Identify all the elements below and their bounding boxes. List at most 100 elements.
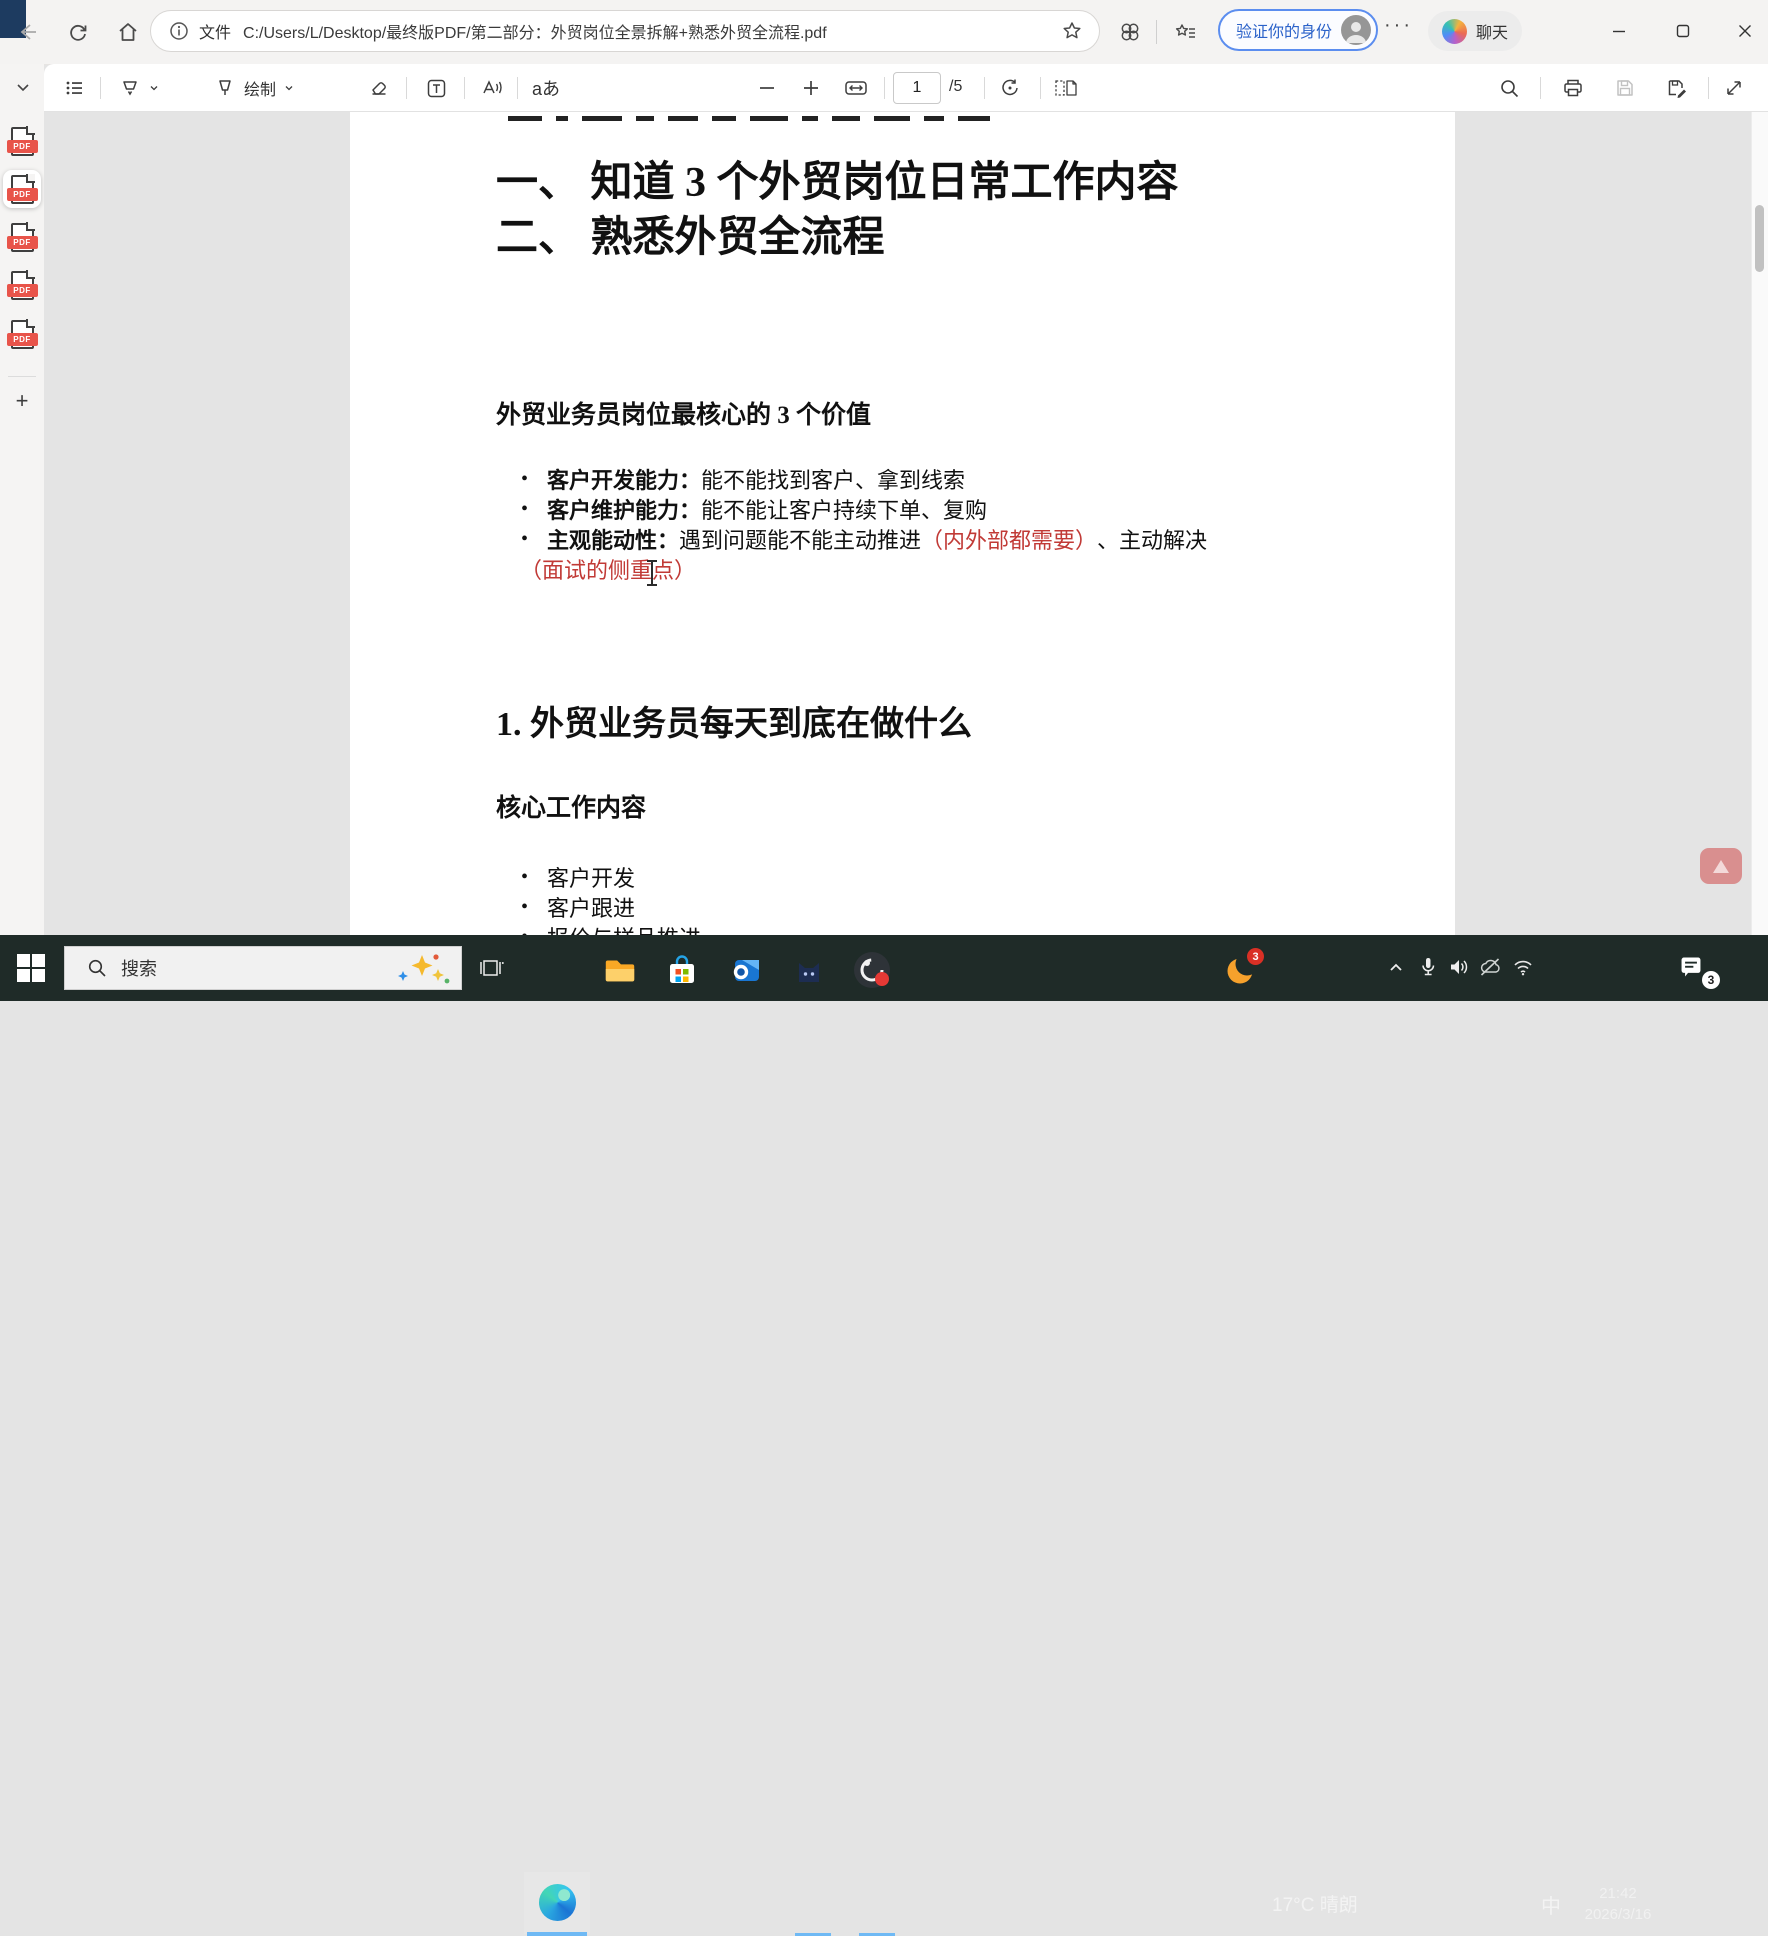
printer-icon xyxy=(1562,77,1584,99)
ime-indicator[interactable]: 中 xyxy=(1541,1890,1561,1919)
maximize-button[interactable] xyxy=(1660,8,1706,54)
pdf-file-icon: PDF xyxy=(11,127,34,156)
page-info-icon[interactable] xyxy=(169,21,189,41)
pdf-tab-2-active[interactable]: PDF xyxy=(3,170,41,208)
search-placeholder: 搜索 xyxy=(121,955,157,981)
add-text-button[interactable] xyxy=(418,70,454,106)
doc-title-line1: 一、 知道 3 个外贸岗位日常工作内容 xyxy=(496,156,1179,211)
bullet-bold: 客户开发能力： xyxy=(547,463,701,495)
browser-top-bar: 文件 C:/Users/L/Desktop/最终版PDF/第二部分：外贸岗位全景… xyxy=(0,0,1768,65)
bullet-red-text: （内外部都需要） xyxy=(921,523,1097,555)
acrobat-extension-button[interactable] xyxy=(1700,848,1742,884)
microsoft-store-button[interactable] xyxy=(660,948,704,992)
onedrive-tray-icon[interactable] xyxy=(1472,947,1508,987)
highlight-button[interactable] xyxy=(107,70,171,106)
dark-app-button[interactable] xyxy=(787,948,831,992)
file-explorer-button[interactable] xyxy=(598,948,642,992)
section-subheading: 核心工作内容 xyxy=(496,788,646,824)
scrollbar-thumb[interactable] xyxy=(1755,205,1764,272)
microphone-tray-icon[interactable] xyxy=(1412,947,1444,987)
back-icon xyxy=(17,21,39,43)
back-button[interactable] xyxy=(6,10,50,54)
search-document-button[interactable] xyxy=(1491,70,1527,106)
sidebar-divider xyxy=(8,376,36,377)
pdf-page: 一、 知道 3 个外贸岗位日常工作内容 二、 熟悉外贸全流程 外贸业务员岗位最核… xyxy=(350,112,1455,935)
fit-to-width-button[interactable] xyxy=(838,70,874,106)
print-button[interactable] xyxy=(1555,70,1591,106)
bullet-text: 报价与样品推进 xyxy=(547,921,701,935)
address-bar[interactable]: 文件 C:/Users/L/Desktop/最终版PDF/第二部分：外贸岗位全景… xyxy=(150,10,1100,52)
copilot-chat-button[interactable]: 聊天 xyxy=(1428,11,1522,51)
clock-time: 21:42 xyxy=(1572,1883,1664,1904)
minimize-button[interactable] xyxy=(1596,8,1642,54)
weather-text[interactable]: 17°C 晴朗 xyxy=(1272,1890,1358,1917)
collapse-tabs-button[interactable] xyxy=(8,72,38,102)
network-tray-icon[interactable] xyxy=(1506,947,1540,987)
refresh-button[interactable] xyxy=(56,10,100,54)
volume-tray-icon[interactable] xyxy=(1442,947,1476,987)
acrobat-icon xyxy=(1713,860,1729,873)
pdf-tab-3[interactable]: PDF xyxy=(3,218,41,256)
weather-badge: 3 xyxy=(1247,948,1264,965)
close-button[interactable] xyxy=(1722,8,1768,54)
wifi-icon xyxy=(1512,957,1534,977)
notification-center-button[interactable]: 3 xyxy=(1672,947,1718,989)
pdf-toolbar: 绘制 aあ /5 xyxy=(44,64,1768,112)
obs-button[interactable] xyxy=(850,948,894,992)
toolbar-separator xyxy=(517,77,518,99)
pdf-file-icon: PDF xyxy=(11,175,34,204)
taskbar-search-box[interactable]: 搜索 xyxy=(64,946,462,990)
edge-taskbar-button[interactable] xyxy=(524,1872,590,1932)
bullet-text: 客户开发 xyxy=(547,861,635,893)
edge-running-indicator xyxy=(527,1932,587,1936)
bullet-dot: • xyxy=(521,896,547,919)
browser-menu-button[interactable]: ··· xyxy=(1384,14,1413,37)
toolbar-separator xyxy=(100,77,101,99)
toolbar-separator xyxy=(884,77,885,99)
pdf-tab-1[interactable]: PDF xyxy=(3,122,41,160)
rotate-button[interactable] xyxy=(992,70,1028,106)
home-button[interactable] xyxy=(106,10,150,54)
weather-tray-button[interactable]: 3 xyxy=(1220,947,1264,991)
zoom-in-button[interactable] xyxy=(793,70,829,106)
toc-button[interactable] xyxy=(57,70,93,106)
text-box-icon xyxy=(426,78,447,99)
taskbar-clock[interactable]: 21:42 2026/3/16 xyxy=(1572,1883,1664,1925)
save-button-disabled xyxy=(1607,70,1643,106)
erase-button[interactable] xyxy=(361,70,397,106)
task-view-button[interactable] xyxy=(470,946,514,990)
translate-button[interactable]: aあ xyxy=(524,70,568,106)
favorite-star-icon[interactable] xyxy=(1061,20,1083,42)
start-button[interactable] xyxy=(0,935,62,1001)
pen-icon xyxy=(214,77,236,99)
highlighter-icon xyxy=(119,77,141,99)
bullet-dot: • xyxy=(521,468,547,491)
bullet-text: 能不能找到客户、拿到线索 xyxy=(701,463,965,495)
browser-essentials-button[interactable] xyxy=(1110,10,1150,54)
favorites-bar-button[interactable] xyxy=(1166,10,1206,54)
bullet-dot: • xyxy=(521,926,547,936)
read-aloud-button[interactable] xyxy=(474,70,510,106)
draw-button[interactable]: 绘制 xyxy=(196,70,312,106)
bullet-item: • 客户开发能力： 能不能找到客户、拿到线索 xyxy=(521,464,965,494)
verify-identity-button[interactable]: 验证你的身份 xyxy=(1218,9,1378,51)
minus-icon xyxy=(758,79,776,97)
outlook-button[interactable] xyxy=(724,948,768,992)
save-as-button[interactable] xyxy=(1659,70,1695,106)
pdf-tab-5[interactable]: PDF xyxy=(3,315,41,353)
refresh-icon xyxy=(67,21,89,43)
expand-button[interactable] xyxy=(1716,70,1752,106)
new-tab-button[interactable]: + xyxy=(7,386,37,416)
verify-identity-label: 验证你的身份 xyxy=(1236,18,1332,42)
read-aloud-icon xyxy=(481,77,503,99)
toolbar-separator xyxy=(1040,77,1041,99)
tray-overflow-button[interactable] xyxy=(1378,947,1414,987)
bullet-tail: 、主动解决 xyxy=(1097,523,1207,555)
pdf-tab-4[interactable]: PDF xyxy=(3,266,41,304)
page-number-input[interactable] xyxy=(893,72,941,104)
zoom-out-button[interactable] xyxy=(749,70,785,106)
diagonal-expand-icon xyxy=(1724,78,1744,98)
pdf-file-icon: PDF xyxy=(11,320,34,349)
page-view-button[interactable] xyxy=(1048,70,1084,106)
bullet-text: 遇到问题能不能主动推进 xyxy=(679,523,921,555)
